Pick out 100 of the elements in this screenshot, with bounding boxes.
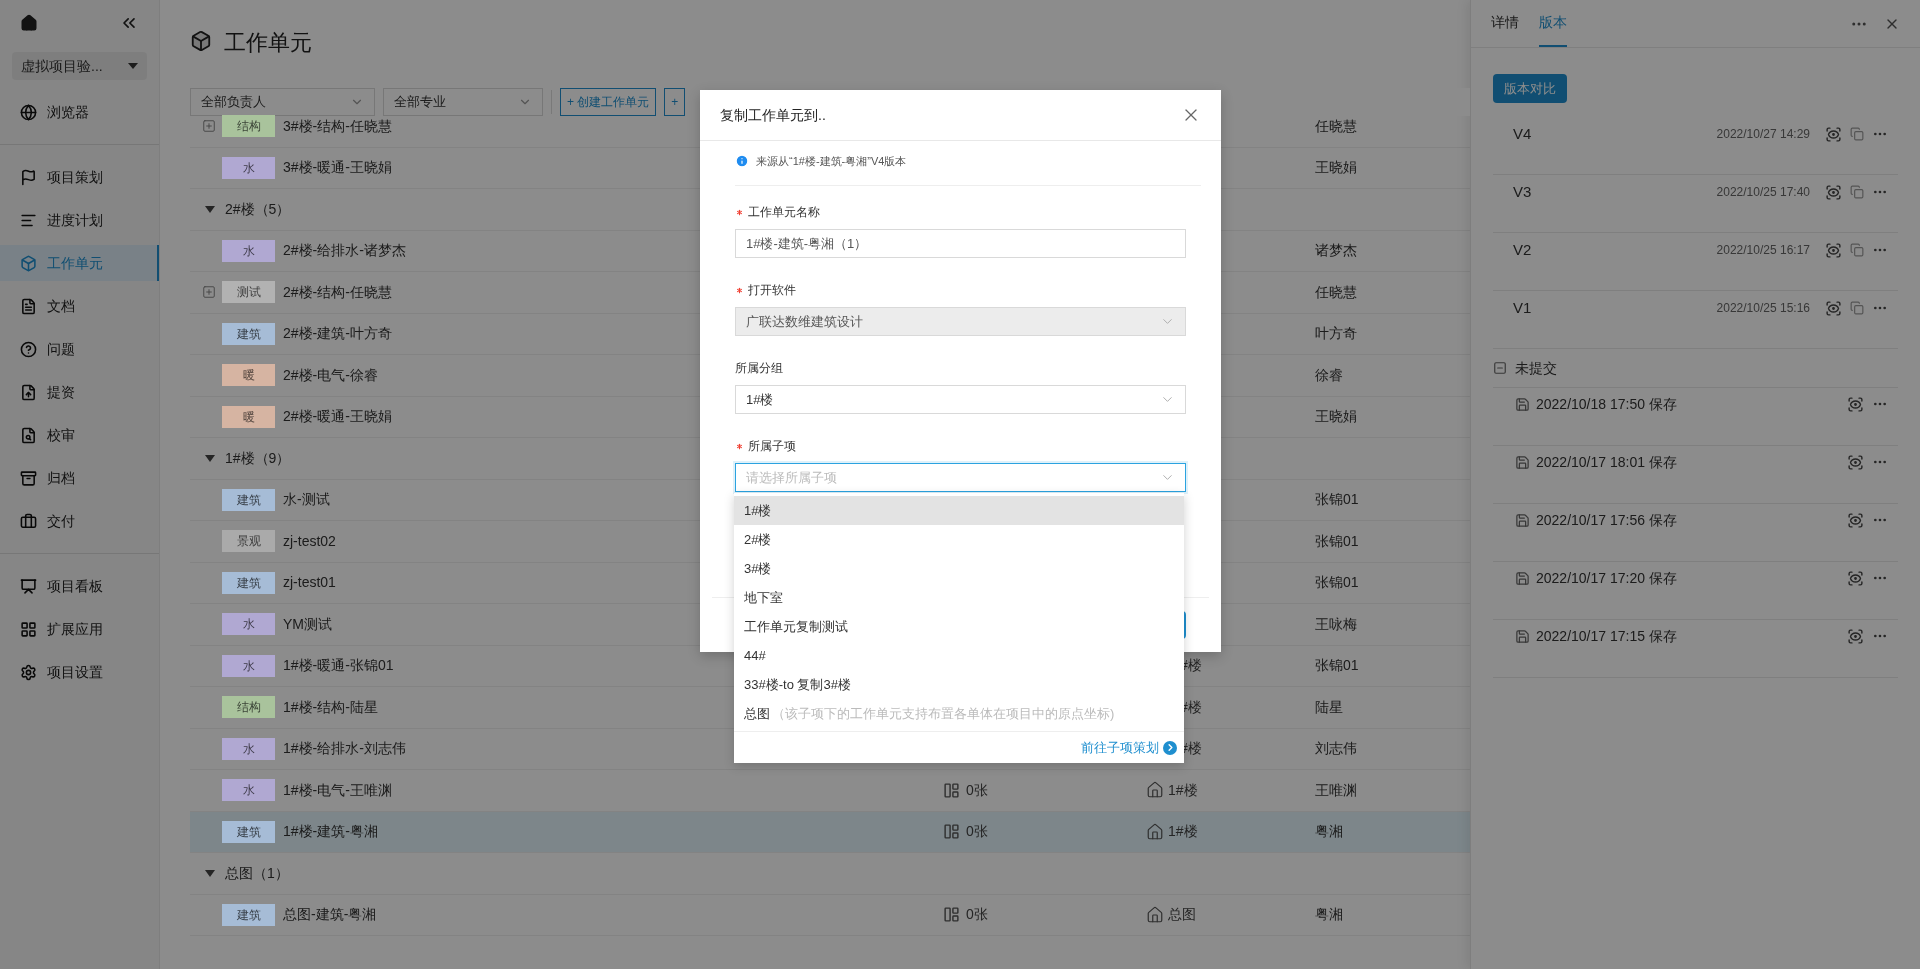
dropdown-option[interactable]: 工作单元复制测试 — [734, 612, 1184, 641]
discipline-tag: 水 — [222, 779, 275, 802]
preview-icon[interactable] — [1847, 395, 1864, 413]
unit-name: zj-test02 — [283, 531, 336, 551]
preview-icon[interactable] — [1825, 241, 1842, 259]
version-row[interactable]: V4 2022/10/27 14:29 — [1493, 117, 1898, 175]
nav-icon — [20, 103, 37, 121]
select-field[interactable]: 1#楼 — [735, 385, 1186, 414]
nav-item[interactable]: 校审 — [0, 417, 159, 453]
discipline-tag: 建筑 — [222, 488, 275, 511]
nav-item[interactable]: 项目策划 — [0, 159, 159, 195]
nav-label: 扩展应用 — [47, 619, 103, 639]
panel-tab[interactable]: 详情 — [1491, 7, 1519, 47]
nav-item[interactable]: 文档 — [0, 288, 159, 324]
nav-icon — [20, 512, 37, 530]
discipline-tag: 景观 — [222, 530, 275, 553]
nav-item[interactable]: 交付 — [0, 503, 159, 539]
collapse-icon[interactable] — [1493, 361, 1507, 375]
nav-item[interactable]: 项目设置 — [0, 654, 159, 690]
discipline-tag: 测试 — [222, 281, 275, 304]
discipline-tag: 建筑 — [222, 571, 275, 594]
panel-tab[interactable]: 版本 — [1539, 7, 1567, 47]
nav-icon — [20, 383, 37, 401]
unit-name: 1#楼-结构-陆星 — [283, 697, 378, 717]
nav-item[interactable]: 浏览器 — [0, 94, 159, 130]
expand-caret-icon[interactable] — [205, 205, 215, 213]
owner-name: 王晓娟 — [1315, 158, 1357, 178]
forward-icon[interactable] — [1163, 740, 1177, 755]
unit-name: zj-test01 — [283, 573, 336, 593]
dropdown-option[interactable]: 总图（该子项下的工作单元支持布置各单体在项目中的原点坐标) — [734, 699, 1184, 728]
owner-name: 王晓娟 — [1315, 407, 1357, 427]
nav-item[interactable]: 项目看板 — [0, 568, 159, 604]
page-title: 工作单元 — [224, 30, 312, 56]
discipline-tag: 建筑 — [222, 903, 275, 926]
unit-name: 1#楼-给排水-刘志伟 — [283, 739, 406, 759]
save-icon — [1515, 455, 1530, 470]
group-label: 未提交 — [1515, 358, 1557, 378]
drawing-icon — [943, 781, 960, 799]
selected-row[interactable]: 建筑 1#楼-建筑-粤湘 0张 1#楼 粤湘 — [190, 811, 1470, 853]
project-select[interactable]: 虚拟项目验... — [12, 52, 147, 80]
preview-icon[interactable] — [1847, 511, 1864, 529]
nav-icon — [20, 168, 37, 186]
discipline-tag: 水 — [222, 613, 275, 636]
dialog-title: 复制工作单元到.. — [720, 105, 826, 125]
unit-name: 3#楼-暖通-王晓娟 — [283, 158, 392, 178]
version-row[interactable]: V2 2022/10/25 16:17 — [1493, 233, 1898, 291]
save-row[interactable]: 2022/10/17 17:20 保存 — [1493, 562, 1898, 620]
nav-item[interactable]: 进度计划 — [0, 202, 159, 238]
dropdown-option[interactable]: 1#楼 — [734, 496, 1184, 525]
compare-button[interactable]: 版本对比 — [1493, 74, 1567, 103]
version-name: V1 — [1513, 298, 1532, 318]
nav-icon — [20, 620, 37, 638]
dropdown-option[interactable]: 2#楼 — [734, 525, 1184, 554]
dropdown-option[interactable]: 3#楼 — [734, 554, 1184, 583]
nav-icon — [20, 426, 37, 444]
expand-caret-icon[interactable] — [205, 869, 215, 877]
preview-icon[interactable] — [1825, 125, 1842, 143]
nav-label: 进度计划 — [47, 210, 103, 230]
location-text: 1#楼 — [1168, 822, 1198, 842]
expand-caret-icon[interactable] — [205, 454, 215, 462]
save-row[interactable]: 2022/10/17 18:01 保存 — [1493, 446, 1898, 504]
preview-icon[interactable] — [1847, 627, 1864, 645]
nav-item[interactable]: 扩展应用 — [0, 611, 159, 647]
owner-name: 诸梦杰 — [1315, 241, 1357, 261]
version-row[interactable]: V1 2022/10/25 15:16 — [1493, 291, 1898, 349]
preview-icon[interactable] — [1825, 183, 1842, 201]
save-icon — [1515, 571, 1530, 586]
nav-label: 项目设置 — [47, 662, 103, 682]
save-time: 2022/10/17 17:20 保存 — [1536, 569, 1677, 588]
nav-label: 交付 — [47, 511, 75, 531]
save-row[interactable]: 2022/10/17 17:15 保存 — [1493, 620, 1898, 678]
field-label: 打开软件 — [748, 282, 796, 299]
preview-icon[interactable] — [1825, 299, 1842, 317]
nav-item[interactable]: 归档 — [0, 460, 159, 496]
owner-name: 任晓慧 — [1315, 116, 1357, 136]
discipline-tag: 建筑 — [222, 322, 275, 345]
subitem-planning-link[interactable]: 前往子项策划 — [1081, 737, 1159, 758]
save-time: 2022/10/17 17:56 保存 — [1536, 511, 1677, 530]
home-icon[interactable] — [20, 14, 38, 32]
nav-item[interactable]: 提资 — [0, 374, 159, 410]
save-row[interactable]: 2022/10/17 17:56 保存 — [1493, 504, 1898, 562]
version-time: 2022/10/25 17:40 — [1716, 184, 1810, 201]
discipline-tag: 建筑 — [222, 820, 275, 843]
dropdown-option[interactable]: 44# — [734, 641, 1184, 670]
unit-name: 2#楼-给排水-诸梦杰 — [283, 241, 406, 261]
nav-item[interactable]: 问题 — [0, 331, 159, 367]
action-button[interactable]: + — [664, 88, 686, 116]
dropdown-option[interactable]: 33#楼-to 复制3#楼 — [734, 670, 1184, 699]
dropdown-option[interactable]: 地下室 — [734, 583, 1184, 612]
name-input[interactable]: 1#楼-建筑-粤湘（1） — [735, 229, 1186, 258]
nav-icon — [20, 340, 37, 358]
version-name: V4 — [1513, 124, 1532, 144]
save-row[interactable]: 2022/10/18 17:50 保存 — [1493, 388, 1898, 446]
action-button[interactable]: + 创建工作单元 — [560, 88, 657, 116]
location-text: 总图 — [1168, 905, 1196, 925]
nav-icon — [20, 469, 37, 487]
preview-icon[interactable] — [1847, 569, 1864, 587]
preview-icon[interactable] — [1847, 453, 1864, 471]
filter-select[interactable]: 全部专业 — [383, 88, 543, 116]
version-row[interactable]: V3 2022/10/25 17:40 — [1493, 175, 1898, 233]
